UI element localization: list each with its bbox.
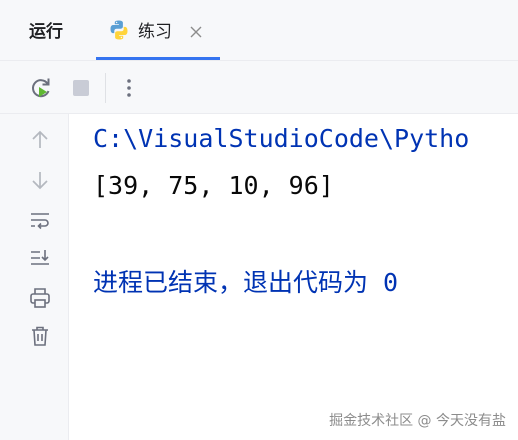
more-options-icon[interactable] bbox=[116, 75, 142, 101]
program-output: [39, 75, 10, 96] bbox=[93, 171, 334, 200]
down-arrow-icon[interactable] bbox=[28, 168, 52, 192]
toolbar-separator bbox=[105, 73, 106, 103]
scroll-to-end-icon[interactable] bbox=[28, 246, 52, 270]
console-gutter bbox=[0, 114, 69, 440]
tab-label: 练习 bbox=[138, 22, 172, 42]
stop-icon[interactable] bbox=[68, 75, 94, 101]
trash-icon[interactable] bbox=[28, 324, 52, 348]
console-output[interactable]: C:\VisualStudioCode\Pytho [39, 75, 10, 9… bbox=[70, 114, 518, 440]
rerun-icon[interactable] bbox=[28, 75, 54, 101]
run-toolbar bbox=[0, 60, 518, 114]
run-tool-window: 运行 练习 C:\VisualStudioCode\Pytho [39, 75,… bbox=[0, 0, 518, 440]
exit-message: 进程已结束，退出代码为 0 bbox=[93, 268, 399, 297]
up-arrow-icon[interactable] bbox=[28, 128, 52, 152]
watermark: 掘金技术社区 @ 今天没有盐 bbox=[329, 413, 506, 429]
close-icon[interactable] bbox=[189, 24, 203, 38]
run-header: 运行 练习 bbox=[0, 0, 518, 60]
command-line: C:\VisualStudioCode\Pytho bbox=[93, 124, 470, 153]
soft-wrap-icon[interactable] bbox=[28, 208, 52, 232]
panel-title: 运行 bbox=[29, 22, 63, 42]
python-icon bbox=[108, 19, 130, 41]
tab-practice[interactable]: 练习 bbox=[96, 0, 220, 60]
print-icon[interactable] bbox=[28, 286, 52, 310]
